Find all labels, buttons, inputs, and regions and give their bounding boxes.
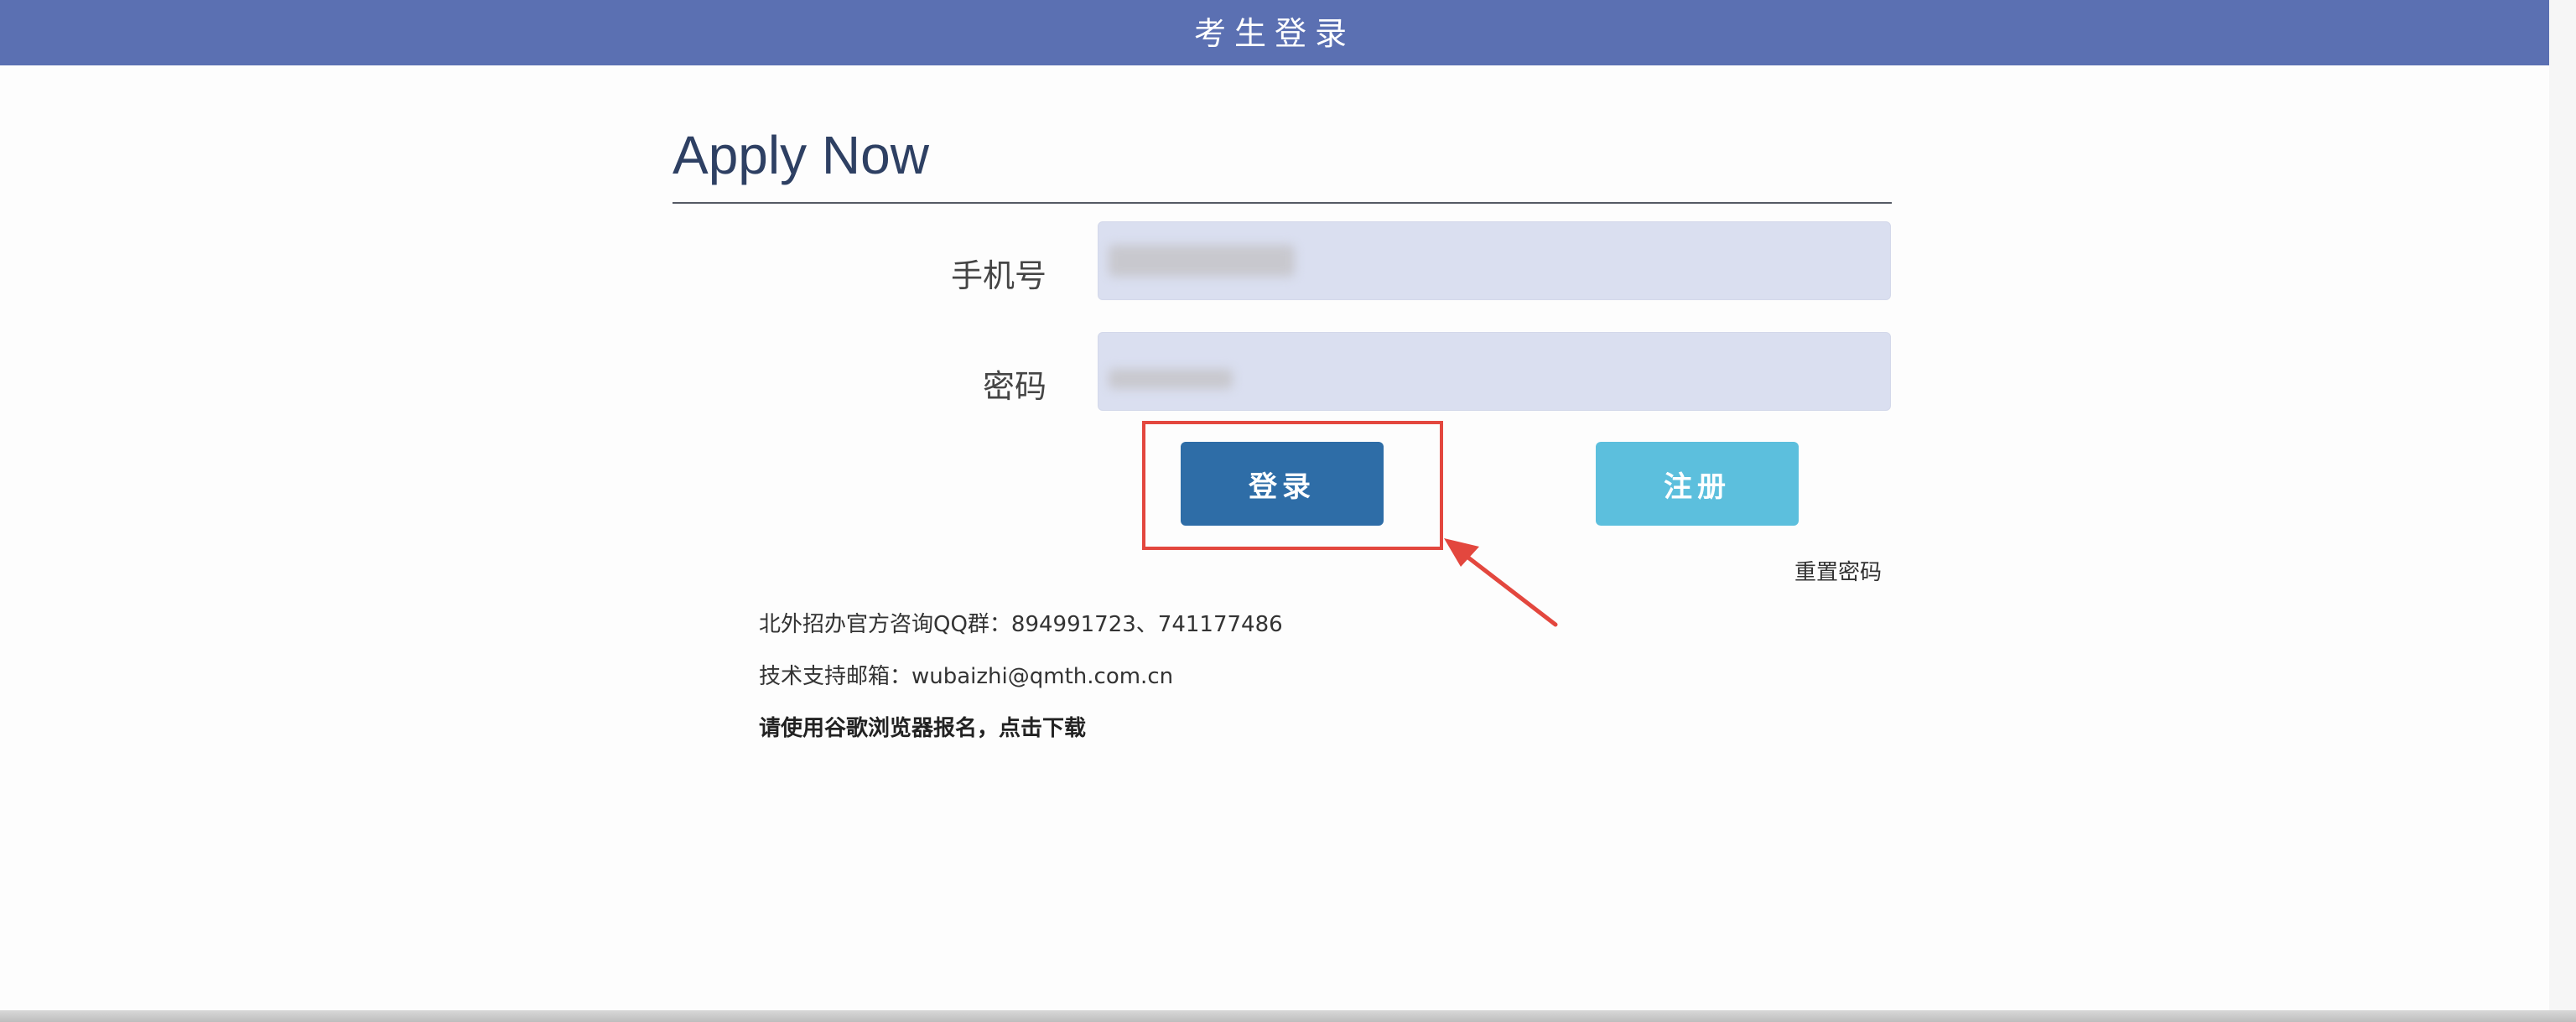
redacted-phone-value	[1109, 245, 1295, 277]
header-title: 考生登录	[1193, 14, 1355, 52]
annotation-arrow-icon	[1444, 538, 1558, 627]
window-edge	[2549, 0, 2576, 1022]
highlight-annotation-box	[1142, 421, 1443, 550]
reset-password-link[interactable]: 重置密码	[1794, 555, 1882, 586]
support-email-info: 技术支持邮箱：wubaizhi@qmth.com.cn	[759, 664, 1174, 689]
title-divider	[673, 202, 1892, 204]
page-title: Apply Now	[673, 125, 929, 185]
password-label: 密码	[982, 368, 1046, 405]
qq-group-info: 北外招办官方咨询QQ群：894991723、741177486	[759, 612, 1283, 637]
bottom-edge	[0, 1010, 2576, 1022]
browser-download-link[interactable]: 请使用谷歌浏览器报名，点击下载	[759, 711, 1086, 742]
top-header-bar: 考生登录	[0, 0, 2549, 65]
phone-label: 手机号	[950, 257, 1046, 294]
login-page: 考生登录 Apply Now 手机号 密码 登录 注册 重置密码 北外招办官方咨…	[0, 0, 2576, 1022]
register-button[interactable]: 注册	[1596, 442, 1799, 526]
redacted-password-value	[1109, 369, 1233, 389]
